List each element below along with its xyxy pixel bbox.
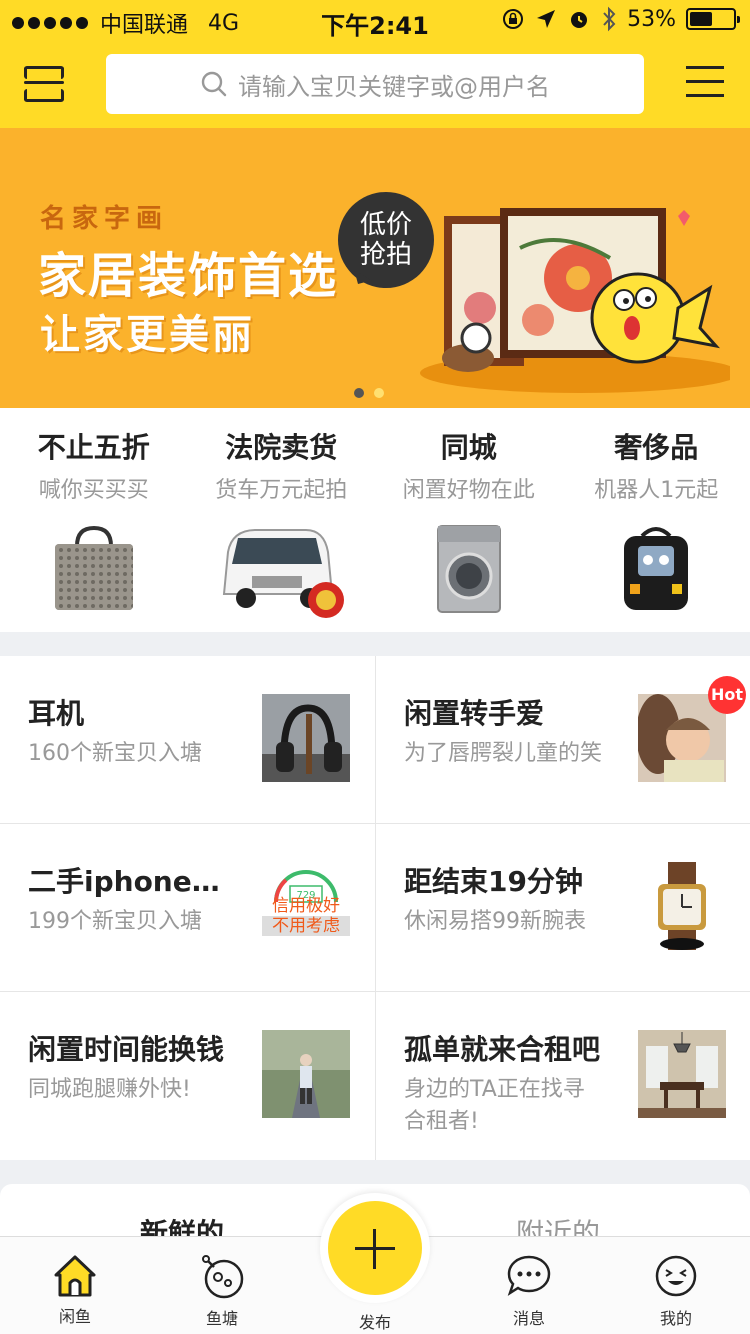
location-icon — [537, 10, 556, 28]
runner-photo — [262, 1030, 350, 1118]
category-luxury[interactable]: 奢侈品 机器人1元起 — [563, 408, 750, 632]
room-photo — [638, 1030, 726, 1118]
topic-card-charity[interactable]: 闲置转手爱 为了唇腭裂儿童的笑 Hot — [375, 656, 750, 824]
card-subtitle: 160个新宝贝入塘 — [28, 741, 202, 766]
card-title: 二手iphone… — [28, 865, 220, 898]
profile-face-icon — [655, 1255, 697, 1297]
rotation-lock-icon — [503, 9, 524, 29]
topic-grid: 耳机 160个新宝贝入塘 闲置转手爱 为了唇腭裂儿童的笑 Hot 二手iphon… — [0, 656, 750, 1160]
pager-dot — [354, 388, 364, 398]
category-title: 法院卖货 — [225, 431, 338, 464]
credit-score-image: 729 信用极好 不用考虑 — [262, 862, 350, 950]
card-title: 闲置转手爱 — [404, 697, 545, 730]
battery-fill — [690, 12, 713, 26]
category-subtitle: 机器人1元起 — [594, 478, 719, 503]
category-row: 不止五折 喊你买买买 法院卖货 货车万元起拍 同城 闲置好物在此 奢侈品 机器人… — [0, 408, 750, 632]
alarm-icon — [571, 12, 588, 28]
card-title: 距结束19分钟 — [404, 865, 583, 898]
card-subtitle: 为了唇腭裂儿童的笑 — [404, 741, 603, 766]
pond-icon — [202, 1255, 244, 1299]
pager-dot-active — [374, 388, 384, 398]
promo-banner[interactable]: 名家字画 家居装饰首选 让家更美丽 低价 抢拍 — [0, 128, 750, 408]
backpack-icon — [624, 527, 689, 610]
card-title: 耳机 — [28, 697, 85, 730]
tab-profile[interactable]: 我的 — [626, 1237, 726, 1334]
category-title: 奢侈品 — [614, 431, 699, 464]
scan-icon[interactable] — [24, 64, 66, 104]
card-subtitle: 同城跑腿赚外快! — [28, 1077, 191, 1102]
search-placeholder: 请输入宝贝关键字或@用户名 — [238, 72, 550, 101]
topic-card-roommate[interactable]: 孤单就来合租吧 身边的TA正在找寻合租者! — [375, 992, 750, 1160]
banner-subtitle: 名家字画 — [40, 204, 169, 234]
category-title: 不止五折 — [37, 431, 150, 464]
category-subtitle: 货车万元起拍 — [215, 478, 348, 503]
category-same-city[interactable]: 同城 闲置好物在此 — [375, 408, 563, 632]
header: 请输入宝贝关键字或@用户名 — [0, 40, 750, 128]
banner-title: 家居装饰首选 — [38, 248, 339, 304]
message-icon — [507, 1255, 551, 1296]
category-subtitle: 喊你买买买 — [38, 478, 149, 503]
status-right: 53% — [501, 6, 740, 32]
washing-machine-icon — [436, 525, 501, 613]
topic-card-headphones[interactable]: 耳机 160个新宝贝入塘 — [0, 656, 375, 824]
publish-button[interactable] — [320, 1193, 430, 1303]
search-input[interactable]: 请输入宝贝关键字或@用户名 — [106, 54, 644, 114]
bottom-tab-bar: 闲鱼 鱼塘 发布 消息 我的 — [0, 1193, 750, 1334]
credit-text-2: 不用考虑 — [262, 916, 350, 936]
topic-card-iphone[interactable]: 二手iphone… 199个新宝贝入塘 729 信用极好 不用考虑 — [0, 824, 375, 992]
painting-illustration — [420, 208, 730, 393]
search-icon — [201, 71, 227, 97]
handbag-icon — [54, 525, 133, 610]
card-subtitle: 休闲易搭99新腕表 — [404, 909, 586, 934]
topic-card-auction[interactable]: 距结束19分钟 休闲易搭99新腕表 — [375, 824, 750, 992]
card-title: 孤单就来合租吧 — [404, 1033, 601, 1066]
category-title: 同城 — [440, 431, 497, 464]
bluetooth-icon — [603, 6, 616, 32]
tab-label: 消息 — [512, 1309, 545, 1328]
battery-icon — [686, 8, 740, 30]
category-court-sale[interactable]: 法院卖货 货车万元起拍 — [188, 408, 376, 632]
card-title: 闲置时间能换钱 — [28, 1033, 225, 1066]
topic-card-errand[interactable]: 闲置时间能换钱 同城跑腿赚外快! — [0, 992, 375, 1160]
card-subtitle: 199个新宝贝入塘 — [28, 909, 202, 934]
tab-label: 我的 — [659, 1309, 692, 1328]
hot-badge: Hot — [708, 676, 746, 714]
tab-messages[interactable]: 消息 — [479, 1237, 579, 1334]
van-icon — [223, 529, 345, 618]
card-subtitle: 身边的TA正在找寻合租者! — [404, 1077, 585, 1134]
watch-photo — [638, 862, 726, 950]
banner-pager — [354, 388, 384, 398]
credit-text-1: 信用极好 — [272, 896, 340, 916]
menu-icon[interactable] — [686, 66, 724, 102]
banner-tagline: 让家更美丽 — [40, 312, 255, 358]
category-subtitle: 闲置好物在此 — [402, 478, 535, 503]
category-discount[interactable]: 不止五折 喊你买买买 — [0, 408, 188, 632]
headphones-photo — [262, 694, 350, 782]
home-icon — [54, 1255, 96, 1297]
credit-text: 信用极好 不用考虑 — [262, 896, 350, 936]
plus-icon — [328, 1201, 422, 1295]
battery-percent: 53% — [627, 6, 676, 32]
status-bar: 中国联通 4G 下午2:41 53% — [0, 0, 750, 40]
